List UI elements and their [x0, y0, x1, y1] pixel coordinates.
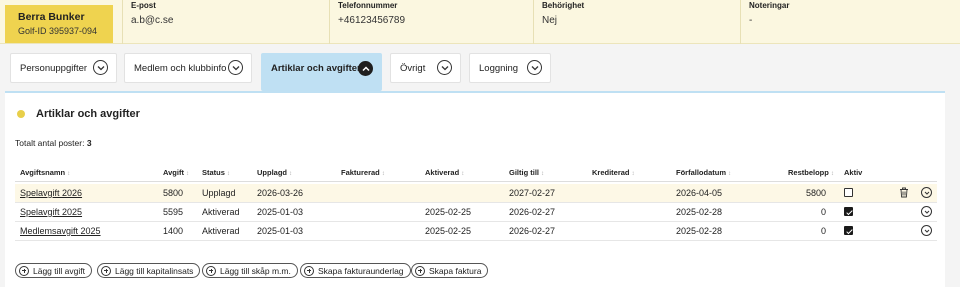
chevron-down-icon[interactable]: [921, 206, 932, 217]
plus-circle-icon: [19, 265, 29, 276]
active-checkbox[interactable]: [844, 226, 853, 235]
button-label: Skapa fakturaunderlag: [318, 265, 404, 276]
fee-name-link[interactable]: Medlemsavgift 2025: [20, 226, 101, 236]
fee-remaining: 0: [820, 226, 826, 236]
fee-amount: 5800: [162, 188, 183, 198]
chevron-down-icon[interactable]: [527, 60, 542, 75]
table-row: Spelavgift 2025 5595 Aktiverad 2025-01-0…: [15, 203, 937, 222]
add-fee-button[interactable]: Lägg till avgift: [15, 263, 92, 278]
column-header-fakturerad[interactable]: Fakturerad ↕: [341, 168, 385, 177]
info-permission: Behörighet Nej: [533, 0, 740, 44]
member-card: Berra Bunker Golf-ID 395937-094: [5, 5, 113, 43]
chevron-down-icon[interactable]: [228, 60, 243, 75]
plus-circle-icon: [304, 265, 314, 276]
total-count: Totalt antal poster: 3: [15, 138, 92, 148]
column-header-avgiftsnamn[interactable]: Avgiftsnamn ↕: [20, 168, 70, 177]
fee-status: Aktiverad: [202, 226, 240, 236]
column-header-avgift[interactable]: Avgift ↕: [163, 168, 189, 177]
fee-activated: 2025-02-25: [425, 226, 472, 236]
fee-remaining: 5800: [805, 188, 826, 198]
create-invoice-basis-button[interactable]: Skapa fakturaunderlag: [300, 263, 411, 278]
tab-ovrigt[interactable]: Övrigt: [390, 53, 461, 83]
info-label: Telefonnummer: [338, 1, 398, 10]
fee-valid-until: 2026-02-27: [509, 207, 556, 217]
info-notes: Noteringar -: [740, 0, 945, 44]
plus-circle-icon: [415, 265, 425, 276]
tab-label: Artiklar och avgifter: [271, 63, 361, 74]
chevron-down-icon[interactable]: [93, 60, 108, 75]
info-value: -: [749, 15, 753, 26]
column-header-aktiverad[interactable]: Aktiverad ↕: [425, 168, 464, 177]
info-value: Nej: [542, 15, 558, 26]
button-label: Lägg till skåp m.m.: [220, 265, 291, 276]
plus-circle-icon: [101, 265, 111, 276]
tab-label: Personuppgifter: [20, 62, 88, 74]
fee-valid-until: 2027-02-27: [509, 188, 556, 198]
tab-artiklar-och-avgifter[interactable]: Artiklar och avgifter: [261, 53, 382, 91]
active-checkbox[interactable]: [844, 207, 853, 216]
total-value: 3: [86, 138, 92, 148]
button-label: Lägg till kapitalinsats: [115, 265, 194, 276]
table-row: Spelavgift 2026 5800 Upplagd 2026-03-26 …: [15, 184, 937, 203]
chevron-down-icon[interactable]: [921, 187, 932, 198]
add-locker-button[interactable]: Lägg till skåp m.m.: [202, 263, 298, 278]
column-header-forfallodatum[interactable]: Förfallodatum ↕: [676, 168, 731, 177]
button-label: Lägg till avgift: [33, 265, 85, 276]
column-header-krediterad[interactable]: Krediterad ↕: [592, 168, 635, 177]
fee-amount: 1400: [162, 226, 183, 236]
section-title: Artiklar och avgifter: [36, 108, 140, 120]
tab-medlem-och-klubbinfo[interactable]: Medlem och klubbinfo: [124, 53, 252, 83]
active-checkbox[interactable]: [844, 188, 853, 197]
info-value: a.b@c.se: [131, 15, 174, 26]
fee-created: 2025-01-03: [257, 226, 304, 236]
chevron-down-icon[interactable]: [921, 225, 932, 236]
fee-activated: 2025-02-25: [425, 207, 472, 217]
golf-id: Golf-ID 395937-094: [18, 26, 98, 36]
chevron-up-icon[interactable]: [358, 61, 373, 76]
tab-label: Medlem och klubbinfo: [134, 62, 227, 74]
member-name: Berra Bunker: [18, 11, 85, 23]
fee-due-date: 2025-02-28: [676, 226, 723, 236]
create-invoice-button[interactable]: Skapa faktura: [411, 263, 489, 278]
fee-status: Upplagd: [202, 188, 236, 198]
column-header-upplagd[interactable]: Upplagd ↕: [257, 168, 292, 177]
fee-amount: 5595: [162, 207, 183, 217]
info-label: Behörighet: [542, 1, 585, 10]
tab-loggning[interactable]: Loggning: [469, 53, 551, 83]
info-label: Noteringar: [749, 1, 790, 10]
fee-remaining: 0: [820, 207, 826, 217]
trash-icon[interactable]: [899, 187, 909, 198]
tab-personuppgifter[interactable]: Personuppgifter: [10, 53, 117, 83]
fee-valid-until: 2026-02-27: [509, 226, 556, 236]
fee-due-date: 2026-04-05: [676, 188, 723, 198]
fee-name-link[interactable]: Spelavgift 2025: [20, 207, 82, 217]
plus-circle-icon: [206, 265, 216, 276]
tab-label: Övrigt: [400, 62, 426, 74]
tab-label: Loggning: [479, 62, 519, 74]
info-label: E-post: [131, 1, 156, 10]
table-header-divider: [15, 181, 937, 182]
fees-panel: Artiklar och avgifter Totalt antal poste…: [5, 91, 945, 287]
fee-status: Aktiverad: [202, 207, 240, 217]
section-dot-icon: [17, 110, 25, 118]
column-header-aktiv: Aktiv: [844, 168, 863, 177]
total-label: Totalt antal poster:: [15, 138, 85, 148]
chevron-down-icon[interactable]: [437, 60, 452, 75]
button-label: Skapa faktura: [429, 265, 482, 276]
member-header: Berra Bunker Golf-ID 395937-094 E-post a…: [0, 0, 960, 44]
column-header-restbelopp[interactable]: Restbelopp ↕: [788, 168, 834, 177]
fee-created: 2026-03-26: [257, 188, 304, 198]
info-value: +46123456789: [338, 15, 406, 26]
info-phone: Telefonnummer +46123456789: [329, 0, 529, 44]
fee-due-date: 2025-02-28: [676, 207, 723, 217]
column-header-status[interactable]: Status ↕: [202, 168, 230, 177]
fee-name-link[interactable]: Spelavgift 2026: [20, 188, 82, 198]
fee-created: 2025-01-03: [257, 207, 304, 217]
add-capital-contribution-button[interactable]: Lägg till kapitalinsats: [97, 263, 201, 278]
info-email: E-post a.b@c.se: [122, 0, 329, 44]
column-header-giltig-till[interactable]: Giltig till ↕: [509, 168, 544, 177]
table-row: Medlemsavgift 2025 1400 Aktiverad 2025-0…: [15, 222, 937, 241]
